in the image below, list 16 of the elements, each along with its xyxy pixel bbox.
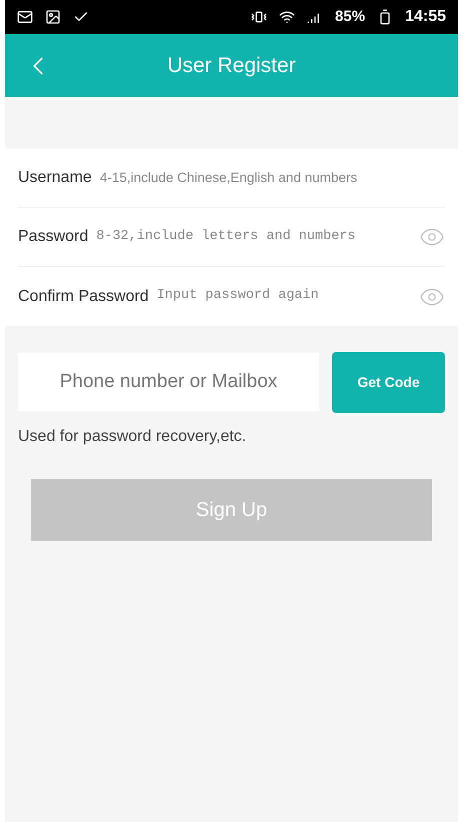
input-field[interactable]: Phone number or Mailbox [18, 353, 319, 411]
field-label: Password [18, 227, 88, 247]
get-code-button[interactable]: Get Code [332, 352, 445, 413]
field-label: Confirm Password [18, 286, 149, 306]
field-label: Username [18, 168, 92, 188]
mail-icon [17, 9, 33, 25]
input-field[interactable]: 8-32,include letters and numbers [96, 226, 411, 248]
clock: 14:55 [405, 7, 446, 27]
page-title: User Register [167, 52, 296, 79]
battery-percent: 85% [335, 6, 366, 27]
image-icon [45, 9, 61, 25]
wifi-icon [279, 9, 296, 25]
input-field[interactable]: Input password again [156, 286, 411, 307]
hint-text: Used for password recovery,etc. [17, 427, 248, 447]
input-field[interactable]: 4-15,include Chinese,English and numbers [100, 168, 445, 188]
vibrate-icon [251, 9, 268, 25]
